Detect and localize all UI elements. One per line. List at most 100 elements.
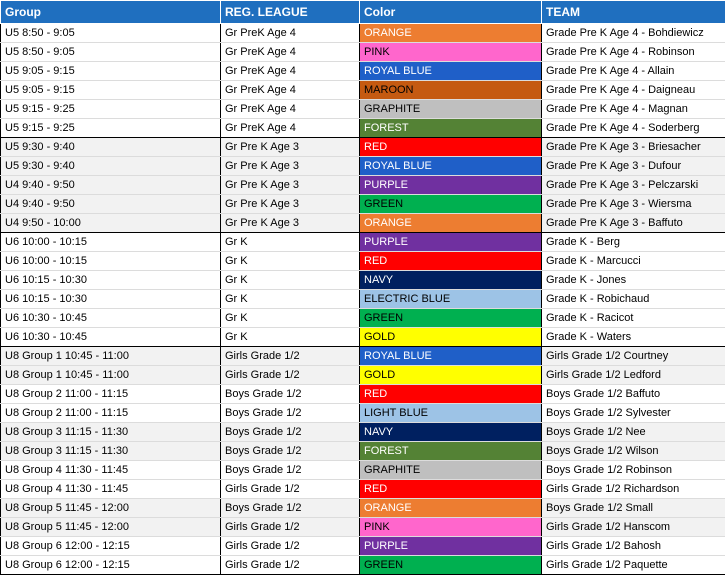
cell-group: U4 9:40 - 9:50 (0, 194, 221, 214)
cell-group: U6 10:30 - 10:45 (0, 327, 221, 347)
cell-color: NAVY (359, 422, 542, 442)
cell-group: U6 10:00 - 10:15 (0, 232, 221, 252)
table-row: U5 9:15 - 9:25 Gr PreK Age 4 GRAPHITE Gr… (0, 99, 725, 119)
cell-color: ORANGE (359, 23, 542, 43)
cell-team: Girls Grade 1/2 Ledford (541, 365, 725, 385)
table-row: U6 10:30 - 10:45 Gr K GOLD Grade K - Wat… (0, 327, 725, 347)
cell-group: U5 9:30 - 9:40 (0, 137, 221, 157)
cell-group: U8 Group 4 11:30 - 11:45 (0, 479, 221, 499)
cell-color: GREEN (359, 308, 542, 328)
cell-reg-league: Boys Grade 1/2 (220, 422, 360, 442)
table-row: U6 10:00 - 10:15 Gr K PURPLE Grade K - B… (0, 232, 725, 252)
cell-team: Boys Grade 1/2 Small (541, 498, 725, 518)
cell-color: RED (359, 384, 542, 404)
cell-color: GRAPHITE (359, 460, 542, 480)
cell-team: Grade K - Marcucci (541, 251, 725, 271)
cell-team: Girls Grade 1/2 Paquette (541, 555, 725, 575)
cell-group: U5 9:30 - 9:40 (0, 156, 221, 176)
table-row: U6 10:30 - 10:45 Gr K GREEN Grade K - Ra… (0, 308, 725, 328)
cell-team: Grade K - Waters (541, 327, 725, 347)
cell-reg-league: Gr PreK Age 4 (220, 80, 360, 100)
cell-group: U6 10:30 - 10:45 (0, 308, 221, 328)
table-row: U8 Group 4 11:30 - 11:45 Girls Grade 1/2… (0, 479, 725, 499)
cell-reg-league: Girls Grade 1/2 (220, 555, 360, 575)
cell-team: Boys Grade 1/2 Wilson (541, 441, 725, 461)
cell-reg-league: Girls Grade 1/2 (220, 517, 360, 537)
table-row: U4 9:50 - 10:00 Gr Pre K Age 3 ORANGE Gr… (0, 213, 725, 233)
cell-color: RED (359, 251, 542, 271)
cell-group: U8 Group 4 11:30 - 11:45 (0, 460, 221, 480)
cell-color: ORANGE (359, 498, 542, 518)
cell-reg-league: Gr K (220, 308, 360, 328)
cell-color: GOLD (359, 365, 542, 385)
cell-group: U8 Group 1 10:45 - 11:00 (0, 346, 221, 366)
cell-reg-league: Boys Grade 1/2 (220, 498, 360, 518)
header-row: Group REG. LEAGUE Color TEAM (0, 0, 725, 24)
cell-group: U5 8:50 - 9:05 (0, 42, 221, 62)
cell-group: U6 10:00 - 10:15 (0, 251, 221, 271)
cell-color: LIGHT BLUE (359, 403, 542, 423)
cell-group: U5 9:05 - 9:15 (0, 61, 221, 81)
cell-group: U4 9:50 - 10:00 (0, 213, 221, 233)
cell-color: GOLD (359, 327, 542, 347)
table-body: U5 8:50 - 9:05 Gr PreK Age 4 ORANGE Grad… (0, 23, 725, 575)
header-group: Group (0, 0, 221, 24)
cell-team: Grade Pre K Age 4 - Allain (541, 61, 725, 81)
table-row: U8 Group 1 10:45 - 11:00 Girls Grade 1/2… (0, 346, 725, 366)
cell-reg-league: Gr PreK Age 4 (220, 61, 360, 81)
cell-reg-league: Boys Grade 1/2 (220, 441, 360, 461)
cell-team: Grade Pre K Age 3 - Wiersma (541, 194, 725, 214)
cell-color: ROYAL BLUE (359, 346, 542, 366)
cell-group: U4 9:40 - 9:50 (0, 175, 221, 195)
table-row: U5 8:50 - 9:05 Gr PreK Age 4 ORANGE Grad… (0, 23, 725, 43)
cell-color: GRAPHITE (359, 99, 542, 119)
cell-group: U6 10:15 - 10:30 (0, 289, 221, 309)
cell-reg-league: Gr Pre K Age 3 (220, 213, 360, 233)
cell-reg-league: Gr Pre K Age 3 (220, 137, 360, 157)
cell-color: ROYAL BLUE (359, 61, 542, 81)
cell-team: Grade Pre K Age 3 - Pelczarski (541, 175, 725, 195)
cell-reg-league: Gr Pre K Age 3 (220, 175, 360, 195)
table-row: U8 Group 4 11:30 - 11:45 Boys Grade 1/2 … (0, 460, 725, 480)
cell-color: ELECTRIC BLUE (359, 289, 542, 309)
table-row: U5 9:30 - 9:40 Gr Pre K Age 3 RED Grade … (0, 137, 725, 157)
table-row: U5 9:15 - 9:25 Gr PreK Age 4 FOREST Grad… (0, 118, 725, 138)
table-row: U6 10:15 - 10:30 Gr K ELECTRIC BLUE Grad… (0, 289, 725, 309)
cell-reg-league: Gr Pre K Age 3 (220, 156, 360, 176)
cell-group: U8 Group 3 11:15 - 11:30 (0, 422, 221, 442)
cell-team: Girls Grade 1/2 Courtney (541, 346, 725, 366)
cell-color: GREEN (359, 194, 542, 214)
cell-group: U8 Group 6 12:00 - 12:15 (0, 555, 221, 575)
cell-group: U8 Group 3 11:15 - 11:30 (0, 441, 221, 461)
cell-team: Girls Grade 1/2 Richardson (541, 479, 725, 499)
table-row: U6 10:00 - 10:15 Gr K RED Grade K - Marc… (0, 251, 725, 271)
cell-group: U8 Group 6 12:00 - 12:15 (0, 536, 221, 556)
cell-group: U8 Group 2 11:00 - 11:15 (0, 384, 221, 404)
cell-group: U5 9:05 - 9:15 (0, 80, 221, 100)
cell-reg-league: Gr K (220, 327, 360, 347)
cell-team: Grade K - Robichaud (541, 289, 725, 309)
cell-color: PINK (359, 517, 542, 537)
cell-team: Grade Pre K Age 3 - Baffuto (541, 213, 725, 233)
cell-team: Grade K - Jones (541, 270, 725, 290)
cell-reg-league: Gr PreK Age 4 (220, 118, 360, 138)
table-row: U5 9:05 - 9:15 Gr PreK Age 4 MAROON Grad… (0, 80, 725, 100)
cell-team: Boys Grade 1/2 Robinson (541, 460, 725, 480)
cell-team: Boys Grade 1/2 Sylvester (541, 403, 725, 423)
cell-group: U6 10:15 - 10:30 (0, 270, 221, 290)
table-row: U8 Group 5 11:45 - 12:00 Boys Grade 1/2 … (0, 498, 725, 518)
cell-reg-league: Gr PreK Age 4 (220, 23, 360, 43)
cell-reg-league: Gr PreK Age 4 (220, 42, 360, 62)
cell-team: Girls Grade 1/2 Bahosh (541, 536, 725, 556)
cell-color: PURPLE (359, 175, 542, 195)
cell-color: FOREST (359, 118, 542, 138)
header-reg-league: REG. LEAGUE (220, 0, 360, 24)
cell-color: MAROON (359, 80, 542, 100)
cell-color: GREEN (359, 555, 542, 575)
cell-team: Girls Grade 1/2 Hanscom (541, 517, 725, 537)
cell-reg-league: Boys Grade 1/2 (220, 384, 360, 404)
cell-reg-league: Girls Grade 1/2 (220, 536, 360, 556)
cell-color: FOREST (359, 441, 542, 461)
cell-reg-league: Gr Pre K Age 3 (220, 194, 360, 214)
cell-reg-league: Boys Grade 1/2 (220, 460, 360, 480)
